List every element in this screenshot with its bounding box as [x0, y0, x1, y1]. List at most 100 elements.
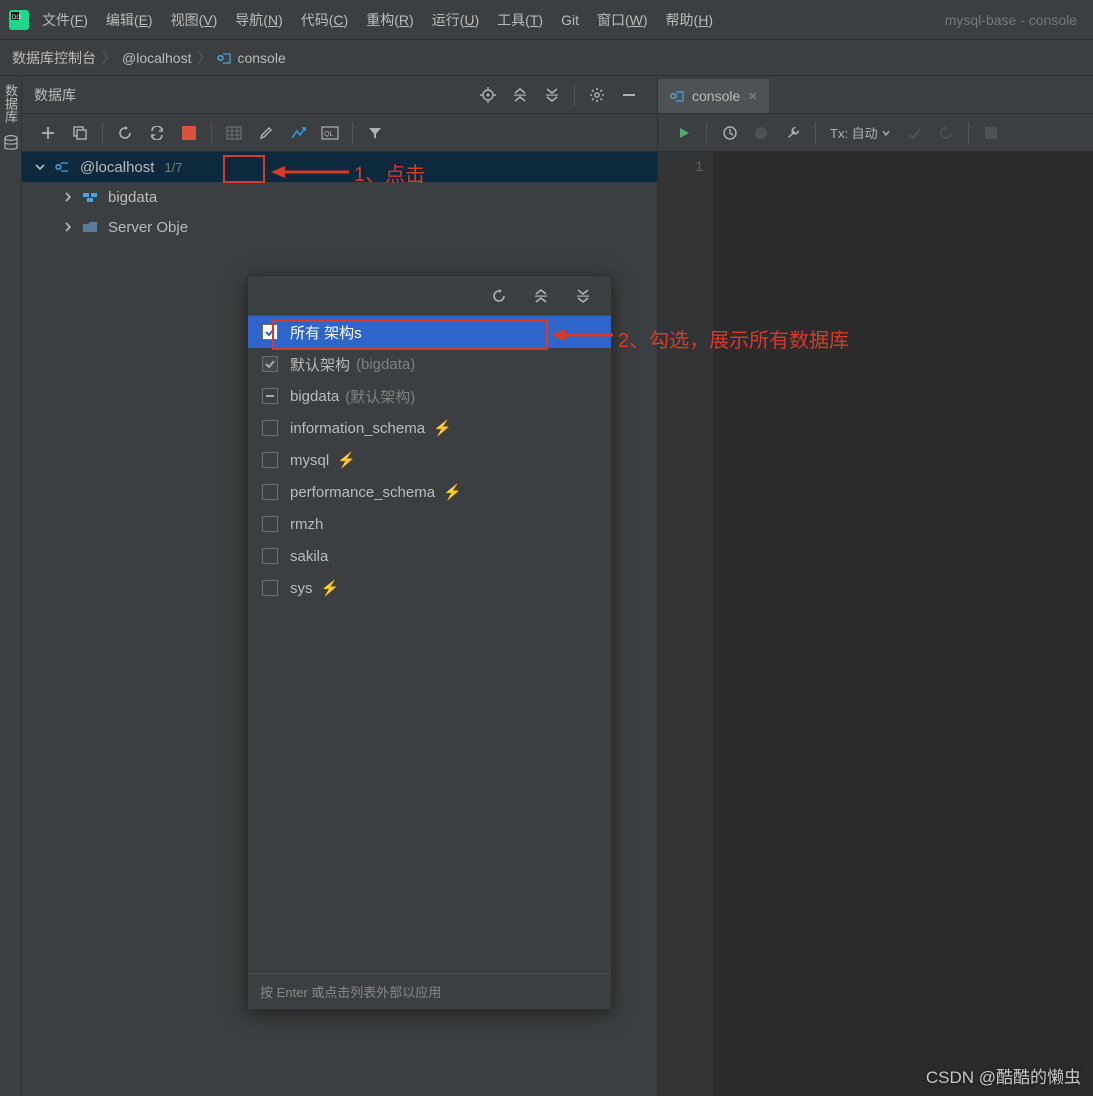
menu-refactor[interactable]: 重构(R): [366, 10, 413, 30]
panel-title: 数据库: [34, 85, 76, 105]
database-panel: 数据库 QL: [22, 76, 658, 1096]
schema-count-badge[interactable]: 1/7: [164, 160, 182, 175]
popup-item-sys[interactable]: sys ⚡: [248, 572, 611, 604]
refresh-icon[interactable]: [113, 121, 137, 145]
commit-icon[interactable]: [902, 121, 926, 145]
lightning-icon: ⚡: [321, 579, 340, 597]
menu-edit[interactable]: 编辑(E): [106, 10, 153, 30]
menu-tools[interactable]: 工具(T): [497, 10, 543, 30]
breadcrumb-root[interactable]: 数据库控制台: [12, 48, 96, 68]
checkbox-icon[interactable]: [262, 356, 278, 372]
breadcrumb: 数据库控制台 〉 @localhost 〉 console: [0, 40, 1093, 76]
popup-item-bigdata[interactable]: bigdata (默认架构): [248, 380, 611, 412]
window-title: mysql-base - console: [945, 12, 1085, 28]
run-icon[interactable]: [672, 121, 696, 145]
add-icon[interactable]: [36, 121, 60, 145]
menu-help[interactable]: 帮助(H): [666, 10, 713, 30]
separator: [574, 84, 575, 106]
menu-view[interactable]: 视图(V): [171, 10, 218, 30]
chevron-down-icon: [32, 162, 48, 172]
tree-node-bigdata[interactable]: bigdata: [22, 182, 657, 212]
popup-toolbar: [248, 276, 611, 316]
editor-area: 1: [658, 152, 1093, 1096]
circle-icon[interactable]: [749, 121, 773, 145]
line-gutter: 1: [658, 152, 714, 1096]
checkbox-icon[interactable]: [262, 420, 278, 436]
console-icon: [217, 51, 231, 65]
separator: [968, 122, 969, 144]
filter-icon[interactable]: [363, 121, 387, 145]
popup-item-label: sys: [290, 580, 313, 597]
expand-all-icon[interactable]: [508, 83, 532, 107]
popup-item-label: bigdata: [290, 388, 339, 405]
gutter-database-tab[interactable]: 数据库: [1, 84, 20, 123]
target-icon[interactable]: [476, 83, 500, 107]
chevron-right-icon: 〉: [197, 48, 211, 68]
tx-mode-picker[interactable]: Tx: 自动: [830, 123, 890, 142]
popup-item-default-schema[interactable]: 默认架构 (bigdata): [248, 348, 611, 380]
menu-navigate[interactable]: 导航(N): [235, 10, 282, 30]
refresh-icon[interactable]: [487, 284, 511, 308]
expand-icon[interactable]: [529, 284, 553, 308]
code-editor[interactable]: [714, 152, 1093, 1096]
lightning-icon: ⚡: [433, 419, 452, 437]
checkbox-icon[interactable]: [262, 580, 278, 596]
checkbox-icon[interactable]: [262, 548, 278, 564]
minimize-icon[interactable]: [617, 83, 641, 107]
rollback-icon[interactable]: [934, 121, 958, 145]
svg-text:DG: DG: [12, 15, 21, 21]
close-icon[interactable]: ×: [748, 88, 757, 105]
breadcrumb-console[interactable]: console: [237, 50, 285, 66]
jump-to-icon[interactable]: [286, 121, 310, 145]
tab-console[interactable]: console ×: [658, 79, 769, 113]
stop-icon[interactable]: [979, 121, 1003, 145]
popup-item-note: (默认架构): [345, 386, 415, 407]
tree-node-label: Server Obje: [108, 219, 188, 236]
copy-icon[interactable]: [68, 121, 92, 145]
menubar: DG 文件(F) 编辑(E) 视图(V) 导航(N) 代码(C) 重构(R) 运…: [0, 0, 1093, 40]
database-toolbar: QL: [22, 114, 657, 152]
folder-icon: [80, 221, 100, 233]
checkbox-icon[interactable]: [262, 324, 278, 340]
checkbox-partial-icon[interactable]: [262, 388, 278, 404]
popup-item-note: (bigdata): [356, 356, 415, 373]
tree-node-server-objects[interactable]: Server Obje: [22, 212, 657, 242]
menu-run[interactable]: 运行(U): [432, 10, 479, 30]
chevron-right-icon: [60, 222, 76, 232]
collapse-all-icon[interactable]: [540, 83, 564, 107]
tree-node-localhost[interactable]: @localhost 1/7: [22, 152, 657, 182]
editor-panel: console × Tx: 自动 1: [658, 76, 1093, 1096]
gear-icon[interactable]: [585, 83, 609, 107]
popup-item-performance-schema[interactable]: performance_schema ⚡: [248, 476, 611, 508]
history-icon[interactable]: [717, 121, 741, 145]
checkbox-icon[interactable]: [262, 516, 278, 532]
stop-icon[interactable]: [177, 121, 201, 145]
menu-window[interactable]: 窗口(W): [597, 10, 648, 30]
datasource-icon: [52, 160, 72, 174]
checkbox-icon[interactable]: [262, 452, 278, 468]
popup-list: 所有 架构s 默认架构 (bigdata) bigdata (默认架构) inf…: [248, 316, 611, 973]
schema-icon: [80, 191, 100, 203]
breadcrumb-host[interactable]: @localhost: [122, 50, 191, 66]
popup-item-rmzh[interactable]: rmzh: [248, 508, 611, 540]
menu-file[interactable]: 文件(F): [42, 10, 88, 30]
menu-code[interactable]: 代码(C): [301, 10, 348, 30]
line-number: 1: [658, 158, 703, 174]
wrench-icon[interactable]: [781, 121, 805, 145]
chevron-right-icon: [60, 192, 76, 202]
popup-item-information-schema[interactable]: information_schema ⚡: [248, 412, 611, 444]
sync-icon[interactable]: [145, 121, 169, 145]
popup-item-mysql[interactable]: mysql ⚡: [248, 444, 611, 476]
popup-item-label: 默认架构: [290, 354, 350, 375]
checkbox-icon[interactable]: [262, 484, 278, 500]
popup-item-all-schemas[interactable]: 所有 架构s: [248, 316, 611, 348]
popup-item-sakila[interactable]: sakila: [248, 540, 611, 572]
table-icon[interactable]: [222, 121, 246, 145]
lightning-icon: ⚡: [337, 451, 356, 469]
left-gutter: 数据库: [0, 76, 22, 1096]
menu-git[interactable]: Git: [561, 12, 579, 28]
collapse-icon[interactable]: [571, 284, 595, 308]
separator: [352, 122, 353, 144]
edit-icon[interactable]: [254, 121, 278, 145]
query-console-icon[interactable]: QL: [318, 121, 342, 145]
